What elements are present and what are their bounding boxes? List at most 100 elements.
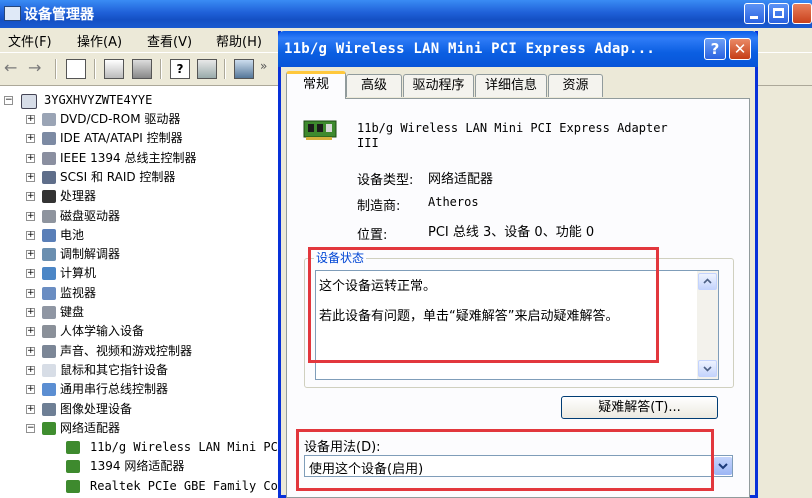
monitor-icon bbox=[42, 286, 56, 300]
tab-resources[interactable]: 资源 bbox=[548, 74, 603, 97]
tree-item-label: 电池 bbox=[60, 227, 85, 242]
tree-item-label: 磁盘驱动器 bbox=[60, 208, 121, 223]
location-value: PCI 总线 3、设备 0、功能 0 bbox=[428, 225, 595, 240]
device-manager-title: 设备管理器 bbox=[24, 7, 94, 23]
tree-child-label: Realtek PCIe GBE Family Co bbox=[90, 478, 278, 493]
expand-icon[interactable]: + bbox=[26, 211, 35, 221]
location-label: 位置: bbox=[357, 228, 388, 243]
troubleshoot-button[interactable]: 疑难解答(T)... bbox=[561, 396, 718, 419]
status-scrollbar[interactable] bbox=[697, 271, 718, 379]
scroll-up-button[interactable] bbox=[698, 273, 717, 290]
hid-icon bbox=[42, 325, 56, 339]
scan-hardware-icon[interactable] bbox=[234, 59, 254, 79]
sound-icon bbox=[42, 344, 56, 358]
menu-help[interactable]: 帮助(H) bbox=[216, 31, 262, 50]
expand-icon[interactable]: + bbox=[26, 115, 35, 124]
tab-advanced[interactable]: 高级 bbox=[346, 74, 402, 97]
tab-details[interactable]: 详细信息 bbox=[475, 74, 547, 97]
tree-item-label: 图像处理设备 bbox=[60, 401, 133, 416]
forward-icon[interactable]: → bbox=[28, 59, 48, 79]
usb-icon bbox=[42, 383, 56, 397]
tree-item-label: 调制解调器 bbox=[60, 247, 121, 262]
expand-icon[interactable]: + bbox=[26, 269, 35, 279]
tree-item-label: 鼠标和其它指针设备 bbox=[60, 362, 169, 377]
scroll-down-button[interactable] bbox=[698, 360, 717, 377]
tree-item-label: 计算机 bbox=[60, 266, 97, 281]
dropdown-button[interactable] bbox=[714, 457, 732, 475]
back-icon[interactable]: ← bbox=[4, 59, 24, 79]
network-card-icon bbox=[66, 460, 80, 474]
ieee1394-icon bbox=[42, 151, 56, 165]
tree-item-label: IDE ATA/ATAPI 控制器 bbox=[60, 131, 183, 146]
minimize-button[interactable] bbox=[744, 3, 765, 24]
tab-driver[interactable]: 驱动程序 bbox=[403, 74, 474, 97]
tree-item-label: 网络适配器 bbox=[60, 420, 121, 435]
menu-action[interactable]: 操作(A) bbox=[77, 31, 122, 50]
computer-icon bbox=[21, 94, 37, 109]
chevron-down-icon bbox=[718, 463, 728, 470]
maximize-button[interactable] bbox=[768, 3, 789, 24]
processor-icon bbox=[42, 190, 56, 204]
tree-root-label: 3YGXHVYZWTE4YYE bbox=[44, 93, 153, 107]
network-card-icon bbox=[66, 479, 80, 493]
tree-item-label: 通用串行总线控制器 bbox=[60, 382, 169, 397]
collapse-icon[interactable]: − bbox=[26, 423, 35, 433]
properties-icon[interactable] bbox=[104, 59, 124, 79]
dialog-titlebar[interactable]: 11b/g Wireless LAN Mini PCI Express Adap… bbox=[278, 31, 758, 67]
network-adapter-icon bbox=[42, 421, 56, 435]
dialog-help-button[interactable]: ? bbox=[704, 38, 726, 60]
network-card-icon bbox=[66, 441, 80, 455]
minimize-icon bbox=[750, 16, 758, 19]
chevron-up-icon bbox=[703, 278, 712, 284]
print-icon[interactable] bbox=[132, 59, 152, 79]
tree-item-label: DVD/CD-ROM 驱动器 bbox=[60, 112, 181, 126]
ide-controller-icon bbox=[42, 132, 56, 146]
tab-general[interactable]: 常规 bbox=[286, 71, 346, 99]
modem-icon bbox=[42, 248, 56, 262]
menu-view[interactable]: 查看(V) bbox=[147, 31, 192, 50]
computer-icon bbox=[42, 267, 56, 281]
up-level-icon[interactable] bbox=[66, 59, 86, 79]
tree-item-label: IEEE 1394 总线主控制器 bbox=[60, 150, 197, 165]
highlight-box-usage bbox=[296, 429, 714, 491]
tree-item-label: 键盘 bbox=[60, 305, 85, 319]
expand-icon[interactable]: + bbox=[26, 365, 35, 375]
dialog-close-button[interactable]: ✕ bbox=[729, 38, 751, 60]
dialog-title: 11b/g Wireless LAN Mini PCI Express Adap… bbox=[284, 41, 656, 57]
expand-icon[interactable]: + bbox=[26, 230, 35, 240]
expand-icon[interactable]: + bbox=[26, 346, 35, 356]
expand-icon[interactable]: + bbox=[26, 327, 35, 337]
manufacturer-label: 制造商: bbox=[357, 199, 401, 214]
expand-icon[interactable]: + bbox=[26, 172, 35, 182]
device-manager-titlebar[interactable]: 设备管理器 bbox=[0, 0, 812, 28]
tree-item-label: 人体学输入设备 bbox=[60, 324, 145, 339]
device-tree: − 3YGXHVYZWTE4YYE + DVD/CD-ROM 驱动器 + IDE AT… bbox=[0, 86, 296, 498]
overflow-icon[interactable]: » bbox=[260, 59, 270, 79]
battery-icon bbox=[42, 228, 56, 242]
expand-icon[interactable]: + bbox=[26, 308, 35, 317]
menu-file[interactable]: 文件(F) bbox=[8, 31, 52, 50]
device-manager-icon bbox=[4, 6, 21, 21]
keyboard-icon bbox=[42, 306, 56, 319]
expand-icon[interactable]: + bbox=[26, 134, 35, 144]
device-type-value: 网络适配器 bbox=[428, 172, 494, 187]
help-icon[interactable]: ? bbox=[170, 59, 190, 79]
tree-item-label: 处理器 bbox=[60, 189, 97, 204]
expand-icon[interactable]: + bbox=[26, 385, 35, 395]
tree-item-label: 监视器 bbox=[60, 285, 97, 300]
device-type-label: 设备类型: bbox=[357, 173, 414, 188]
expand-icon[interactable]: + bbox=[26, 404, 35, 414]
close-window-button[interactable] bbox=[792, 3, 812, 24]
expand-icon[interactable]: + bbox=[26, 288, 35, 298]
manufacturer-value: Atheros bbox=[428, 195, 479, 209]
chevron-down-icon bbox=[703, 366, 712, 372]
device-name-line1: 11b/g Wireless LAN Mini PCI Express Adap… bbox=[357, 121, 668, 135]
collapse-icon[interactable]: − bbox=[4, 96, 13, 105]
device-name-line2: III bbox=[357, 136, 379, 150]
expand-icon[interactable]: + bbox=[26, 153, 35, 163]
view-icon[interactable] bbox=[197, 59, 217, 79]
expand-icon[interactable]: + bbox=[26, 192, 35, 202]
maximize-icon bbox=[773, 8, 784, 18]
expand-icon[interactable]: + bbox=[26, 250, 35, 260]
dvd-drive-icon bbox=[42, 113, 56, 126]
